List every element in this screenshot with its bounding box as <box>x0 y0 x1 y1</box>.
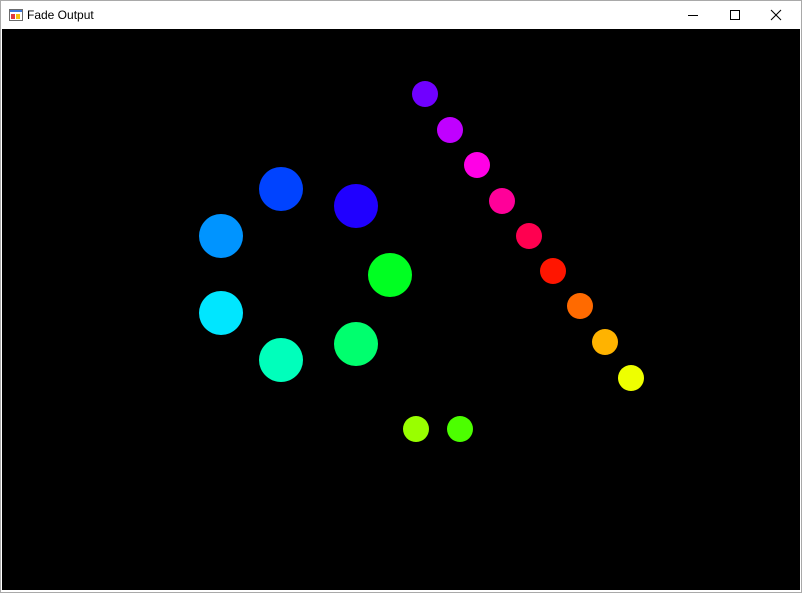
minimize-button[interactable] <box>673 1 713 29</box>
fade-dot <box>437 117 463 143</box>
fade-dot <box>618 365 644 391</box>
fade-dot <box>447 416 473 442</box>
app-window: Fade Output <box>0 0 802 593</box>
winforms-app-icon <box>9 9 23 21</box>
fade-dot <box>368 253 412 297</box>
fade-dot <box>199 291 243 335</box>
maximize-button[interactable] <box>715 1 755 29</box>
fade-output-canvas <box>2 29 800 590</box>
close-button[interactable] <box>756 1 796 29</box>
close-icon <box>770 9 782 21</box>
fade-dot <box>334 184 378 228</box>
fade-dot <box>199 214 243 258</box>
fade-dot <box>403 416 429 442</box>
fade-dot <box>540 258 566 284</box>
fade-dot <box>567 293 593 319</box>
title-bar[interactable]: Fade Output <box>1 1 801 29</box>
fade-dot <box>464 152 490 178</box>
fade-dot <box>592 329 618 355</box>
fade-dot <box>259 338 303 382</box>
fade-dot <box>334 322 378 366</box>
fade-dot <box>516 223 542 249</box>
window-title: Fade Output <box>27 8 94 22</box>
dots-layer <box>199 81 644 442</box>
minimize-icon <box>688 15 698 16</box>
fade-dot <box>489 188 515 214</box>
fade-dot <box>259 167 303 211</box>
fade-dot <box>412 81 438 107</box>
maximize-icon <box>730 10 740 20</box>
